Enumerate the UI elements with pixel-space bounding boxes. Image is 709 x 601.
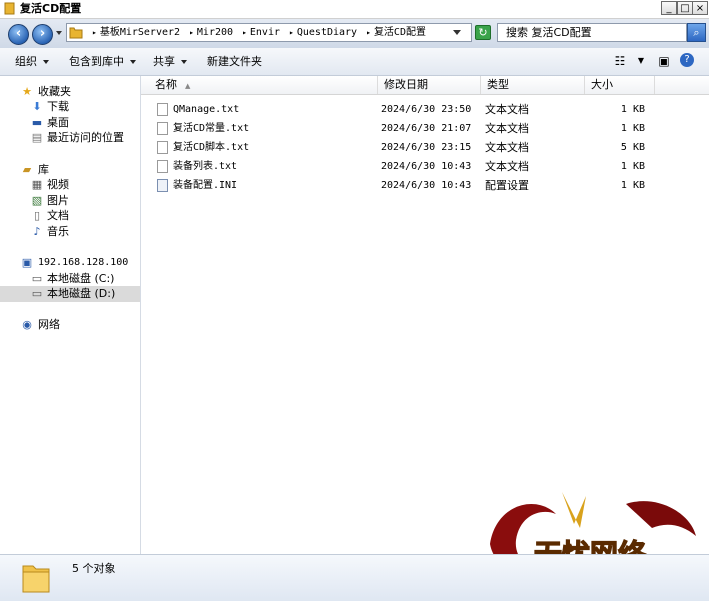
file-type: 文本文档 (485, 160, 529, 173)
column-modified[interactable]: 修改日期 (378, 76, 481, 94)
file-type: 文本文档 (485, 103, 529, 116)
nav-desktop[interactable]: ▬ 桌面 (0, 115, 140, 131)
folder-icon (4, 2, 15, 15)
preview-pane-icon[interactable]: ▣ (656, 53, 672, 69)
nav-drive-d[interactable]: ▭ 本地磁盘 (D:) (0, 286, 140, 302)
search-icon[interactable]: ⌕ (687, 23, 706, 42)
column-header: 名称 ▲ 修改日期 类型 大小 (141, 76, 709, 95)
nav-music[interactable]: ♪ 音乐 (0, 224, 140, 240)
file-name: 装备配置.INI (173, 180, 238, 191)
recent-places-icon: ▤ (31, 131, 43, 144)
video-icon: ▦ (31, 178, 43, 191)
file-modified: 2024/6/30 10:43 (381, 161, 472, 172)
help-icon[interactable]: ? (680, 53, 694, 67)
title-bar: 复活CD配置 _ □ × (0, 0, 709, 19)
close-button[interactable]: × (692, 1, 708, 15)
search-input[interactable]: 搜索 复活CD配置 (497, 23, 687, 42)
text-file-icon (157, 160, 168, 173)
nav-computer[interactable]: ▣ 192.168.128.100 (0, 255, 140, 271)
file-row[interactable]: QManage.txt 2024/6/30 23:50 文本文档 1 KB (141, 100, 709, 119)
config-file-icon (157, 179, 168, 192)
back-button[interactable]: ‹ (8, 24, 29, 45)
file-name: QManage.txt (173, 104, 240, 115)
share-menu[interactable]: 共享 (153, 55, 187, 69)
nav-drive-c[interactable]: ▭ 本地磁盘 (C:) (0, 271, 140, 287)
breadcrumb-item[interactable]: Mir200 (197, 27, 233, 38)
nav-recent[interactable]: ▤ 最近访问的位置 (0, 130, 140, 146)
column-name[interactable]: 名称 ▲ (149, 76, 378, 94)
maximize-button[interactable]: □ (677, 1, 693, 15)
file-row[interactable]: 复活CD常量.txt 2024/6/30 21:07 文本文档 1 KB (141, 119, 709, 138)
file-size: 1 KB (620, 180, 645, 191)
nav-libraries[interactable]: ▰ 库 (0, 162, 140, 178)
refresh-icon[interactable]: ↻ (475, 25, 491, 40)
file-modified: 2024/6/30 10:43 (381, 180, 472, 191)
breadcrumb-item[interactable]: 复活CD配置 (374, 27, 426, 38)
address-dropdown-icon[interactable] (453, 30, 461, 35)
breadcrumb: ▸ 基板MirServer2 ▸ Mir200 ▸ Envir ▸ QuestDiary… (92, 27, 426, 38)
forward-button[interactable]: › (32, 24, 53, 45)
minimize-button[interactable]: _ (661, 1, 677, 15)
address-bar[interactable]: ▸ 基板MirServer2 ▸ Mir200 ▸ Envir ▸ QuestDiary… (66, 23, 472, 42)
file-size: 1 KB (620, 123, 645, 134)
music-icon: ♪ (33, 225, 41, 238)
nav-downloads[interactable]: ⬇ 下载 (0, 99, 140, 115)
window-title: 复活CD配置 (20, 2, 82, 15)
organize-menu[interactable]: 组织 (15, 55, 49, 69)
text-file-icon (157, 122, 168, 135)
document-icon: ▯ (33, 209, 41, 222)
library-icon: ▰ (22, 163, 32, 176)
new-folder-button[interactable]: 新建文件夹 (207, 55, 262, 69)
history-dropdown-icon[interactable] (56, 31, 62, 35)
file-name: 复活CD脚本.txt (173, 142, 250, 153)
nav-network[interactable]: ◉ 网络 (0, 317, 140, 333)
file-type: 文本文档 (485, 122, 529, 135)
picture-icon: ▧ (31, 194, 43, 207)
file-modified: 2024/6/30 23:15 (381, 142, 472, 153)
file-type: 配置设置 (485, 179, 529, 192)
star-icon: ★ (22, 85, 32, 98)
text-file-icon (157, 103, 168, 116)
drive-icon: ▭ (31, 272, 43, 285)
file-name: 复活CD常量.txt (173, 123, 250, 134)
file-row[interactable]: 装备配置.INI 2024/6/30 10:43 配置设置 1 KB (141, 176, 709, 195)
nav-videos[interactable]: ▦ 视频 (0, 177, 140, 193)
include-in-library-menu[interactable]: 包含到库中 (69, 55, 136, 69)
network-icon: ◉ (22, 318, 32, 331)
view-options-icon[interactable]: ☷ (612, 53, 628, 69)
breadcrumb-item[interactable]: QuestDiary (297, 27, 357, 38)
file-modified: 2024/6/30 23:50 (381, 104, 472, 115)
file-row[interactable]: 装备列表.txt 2024/6/30 10:43 文本文档 1 KB (141, 157, 709, 176)
nav-pictures[interactable]: ▧ 图片 (0, 193, 140, 209)
text-file-icon (157, 141, 168, 154)
download-icon: ⬇ (32, 100, 42, 113)
column-type[interactable]: 类型 (481, 76, 585, 94)
drive-icon: ▭ (31, 287, 43, 300)
desktop-icon: ▬ (31, 116, 43, 129)
view-dropdown-icon[interactable]: ▼ (633, 53, 649, 69)
sort-ascending-icon: ▲ (185, 82, 191, 90)
item-count: 5 个对象 (72, 562, 116, 575)
folder-icon (69, 27, 83, 39)
file-type: 文本文档 (485, 141, 529, 154)
computer-icon: ▣ (21, 256, 33, 269)
file-modified: 2024/6/30 21:07 (381, 123, 472, 134)
nav-favorites[interactable]: ★ 收藏夹 (0, 84, 140, 100)
file-name: 装备列表.txt (173, 161, 238, 172)
folder-icon (22, 565, 50, 593)
column-size[interactable]: 大小 (585, 76, 655, 94)
file-size: 1 KB (620, 161, 645, 172)
breadcrumb-item[interactable]: 基板MirServer2 (100, 27, 180, 38)
breadcrumb-item[interactable]: Envir (250, 27, 280, 38)
navigation-pane (0, 76, 141, 554)
file-size: 1 KB (620, 104, 645, 115)
nav-documents[interactable]: ▯ 文档 (0, 208, 140, 224)
file-size: 5 KB (620, 142, 645, 153)
file-row[interactable]: 复活CD脚本.txt 2024/6/30 23:15 文本文档 5 KB (141, 138, 709, 157)
